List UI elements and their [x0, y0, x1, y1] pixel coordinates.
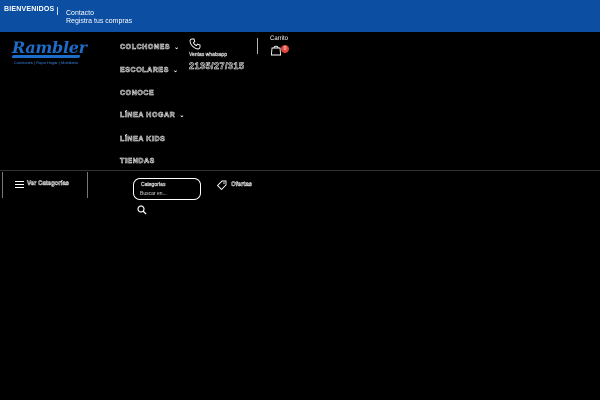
brand-logo[interactable]: Rambler Colchones | Ropa Hogar | Mobilia…: [10, 38, 88, 72]
tag-icon: [217, 180, 227, 190]
register-purchases-link[interactable]: Registra tus compras: [66, 18, 132, 26]
search-input[interactable]: [140, 190, 190, 197]
welcome-text: BIENVENIDOS: [4, 6, 55, 13]
nav-label: ESCOLARES: [120, 67, 169, 75]
chevron-down-icon: ⌄: [179, 113, 185, 119]
contact-link[interactable]: Contacto: [66, 10, 132, 18]
whatsapp-label: Ventas whatsapp: [189, 52, 228, 58]
nav-item-tiendas[interactable]: TIENDAS: [120, 158, 155, 166]
logo-tagline: Colchones | Ropa Hogar | Mobiliario: [14, 60, 79, 65]
search-category-select[interactable]: Categorías: [141, 182, 166, 188]
header-divider: [257, 38, 258, 54]
nav-label: TIENDAS: [120, 158, 155, 166]
topbar-divider: [57, 7, 58, 15]
cart-count-badge: 0: [281, 45, 289, 53]
view-categories-button[interactable]: Ver Categorías: [2, 172, 88, 198]
nav-label: CONOCE: [120, 90, 155, 98]
nav-label: LÍNEA KIDS: [120, 136, 166, 144]
nav-item-conoce[interactable]: CONOCE: [120, 90, 155, 98]
nav-item-linea-hogar[interactable]: LÍNEA HOGAR ⌄: [120, 112, 185, 120]
phone-icon: [189, 38, 201, 50]
cart-button[interactable]: Carrito 0: [270, 36, 304, 60]
view-categories-label: Ver Categorías: [27, 181, 70, 187]
header-bottom-border: [0, 170, 600, 171]
menu-icon: [15, 181, 24, 188]
chevron-down-icon: ⌄: [172, 68, 179, 74]
nav-label: COLCHONES: [120, 44, 171, 52]
offers-label: Ofertas: [231, 182, 253, 188]
chevron-down-icon: ⌄: [174, 45, 180, 51]
top-bar: BIENVENIDOS Contacto Registra tus compra…: [0, 0, 600, 32]
cart-label: Carrito: [270, 36, 289, 42]
top-links: Contacto Registra tus compras: [66, 10, 132, 26]
search-box: Categorías: [133, 178, 201, 200]
nav-item-escolares[interactable]: ESCOLARES ⌄: [120, 67, 179, 75]
logo-swoosh: [11, 55, 81, 58]
whatsapp-number: 2135/27/315: [189, 61, 245, 72]
nav-label: LÍNEA HOGAR: [120, 112, 176, 120]
nav-item-linea-kids[interactable]: LÍNEA KIDS: [120, 136, 166, 144]
nav-item-colchones[interactable]: COLCHONES ⌄: [120, 44, 180, 52]
search-icon[interactable]: [137, 205, 147, 215]
